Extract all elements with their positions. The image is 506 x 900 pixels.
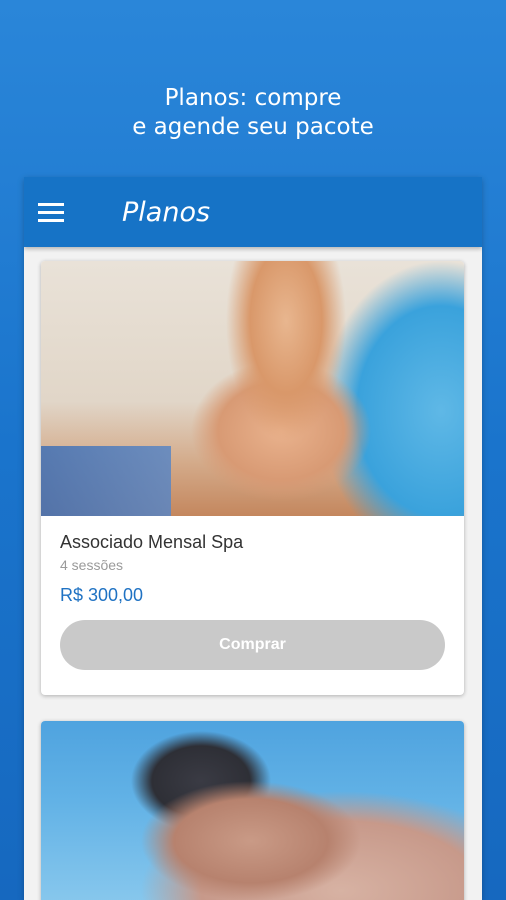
plan-price: R$ 300,00 [60,585,144,605]
hamburger-menu-icon[interactable] [38,203,64,222]
page-title: Planos [122,197,211,228]
plan-sessions: 4 sessões [60,557,124,573]
promo-line-1: Planos: compre [164,85,342,111]
buy-button[interactable]: Comprar [60,620,445,670]
plan-card: Associado Mensal Spa 4 sessões R$ 300,00… [41,261,464,695]
app-bar: Planos [24,177,482,247]
plan-card [41,721,464,900]
back-massage-image [41,721,464,900]
foot-massage-image [41,261,464,516]
plan-name: Associado Mensal Spa [60,532,244,552]
plan-card-body: Associado Mensal Spa 4 sessões R$ 300,00… [41,516,464,670]
phone-screen: Planos Associado Mensal Spa 4 sessões R$… [24,177,482,900]
promo-headline: Planos: compre e agende seu pacote [0,84,506,142]
promo-line-2: e agende seu pacote [132,114,374,140]
